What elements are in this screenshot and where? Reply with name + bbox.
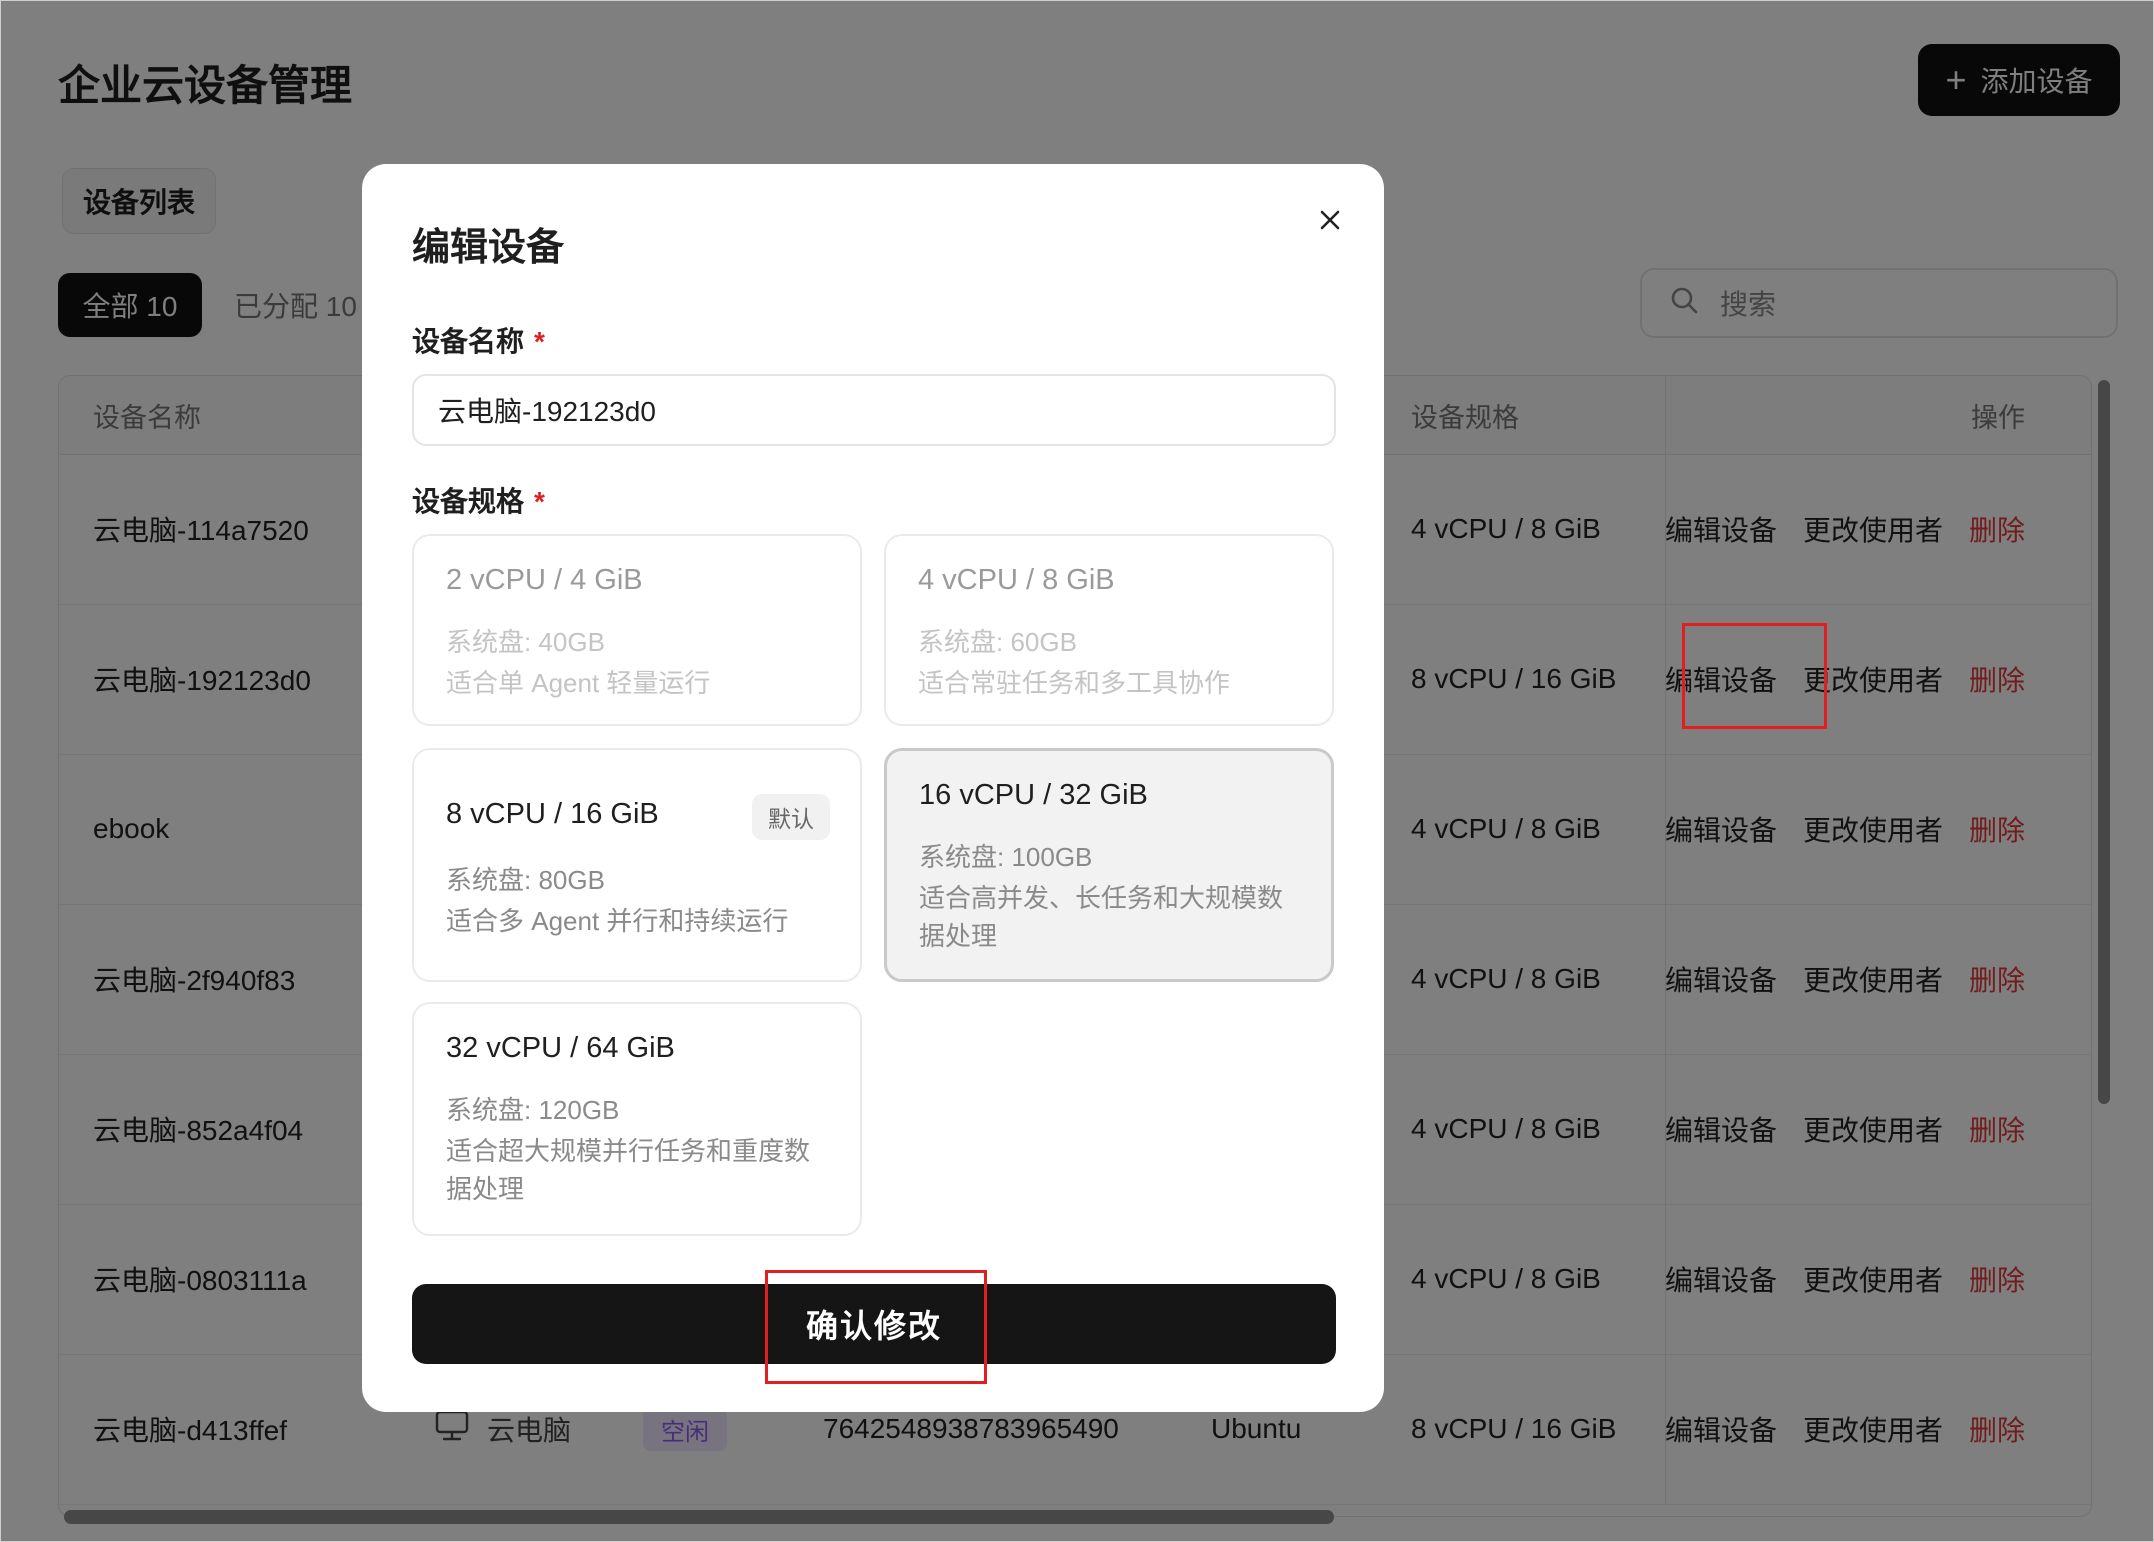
device-spec-label-text: 设备规格 (412, 486, 525, 517)
spec-option-desc: 适合高并发、长任务和大规模数据处理 (919, 883, 1284, 951)
device-name-label-text: 设备名称 (412, 326, 525, 357)
spec-option-title: 4 vCPU / 8 GiB (918, 564, 1115, 596)
spec-option-disk: 系统盘: 80GB (446, 865, 605, 895)
spec-option-title: 2 vCPU / 4 GiB (446, 564, 643, 596)
spec-option-disk: 系统盘: 40GB (446, 627, 605, 657)
spec-option-2vcpu[interactable]: 2 vCPU / 4 GiB 系统盘: 40GB 适合单 Agent 轻量运行 (412, 534, 862, 726)
spec-option-title: 32 vCPU / 64 GiB (446, 1032, 675, 1064)
edit-device-dialog: 编辑设备 设备名称 * 设备规格 * 2 vCPU / 4 GiB 系统盘: 40G… (362, 164, 1384, 1412)
highlight-box (1682, 623, 1827, 729)
spec-option-disk: 系统盘: 100GB (919, 842, 1093, 872)
close-icon[interactable] (1310, 200, 1350, 240)
device-name-field[interactable] (412, 374, 1336, 446)
dialog-title: 编辑设备 (412, 227, 565, 269)
required-mark: * (534, 326, 545, 357)
spec-option-8vcpu[interactable]: 8 vCPU / 16 GiB 默认 系统盘: 80GB 适合多 Agent 并… (412, 748, 862, 982)
default-badge: 默认 (752, 794, 830, 840)
spec-option-4vcpu[interactable]: 4 vCPU / 8 GiB 系统盘: 60GB 适合常驻任务和多工具协作 (884, 534, 1334, 726)
spec-option-desc: 适合多 Agent 并行和持续运行 (446, 906, 789, 936)
spec-option-32vcpu[interactable]: 32 vCPU / 64 GiB 系统盘: 120GB 适合超大规模并行任务和重… (412, 1002, 862, 1236)
spec-option-title: 16 vCPU / 32 GiB (919, 779, 1148, 811)
spec-option-16vcpu[interactable]: 16 vCPU / 32 GiB 系统盘: 100GB 适合高并发、长任务和大规… (884, 748, 1334, 982)
device-spec-label: 设备规格 * (412, 480, 545, 520)
spec-option-disk: 系统盘: 60GB (918, 627, 1077, 657)
highlight-box (765, 1270, 987, 1384)
spec-option-desc: 适合超大规模并行任务和重度数据处理 (446, 1136, 811, 1204)
spec-option-title: 8 vCPU / 16 GiB (446, 798, 659, 830)
device-name-label: 设备名称 * (412, 320, 545, 360)
required-mark: * (534, 486, 545, 517)
spec-option-desc: 适合常驻任务和多工具协作 (918, 668, 1231, 698)
spec-option-disk: 系统盘: 120GB (446, 1095, 620, 1125)
spec-option-desc: 适合单 Agent 轻量运行 (446, 668, 711, 698)
